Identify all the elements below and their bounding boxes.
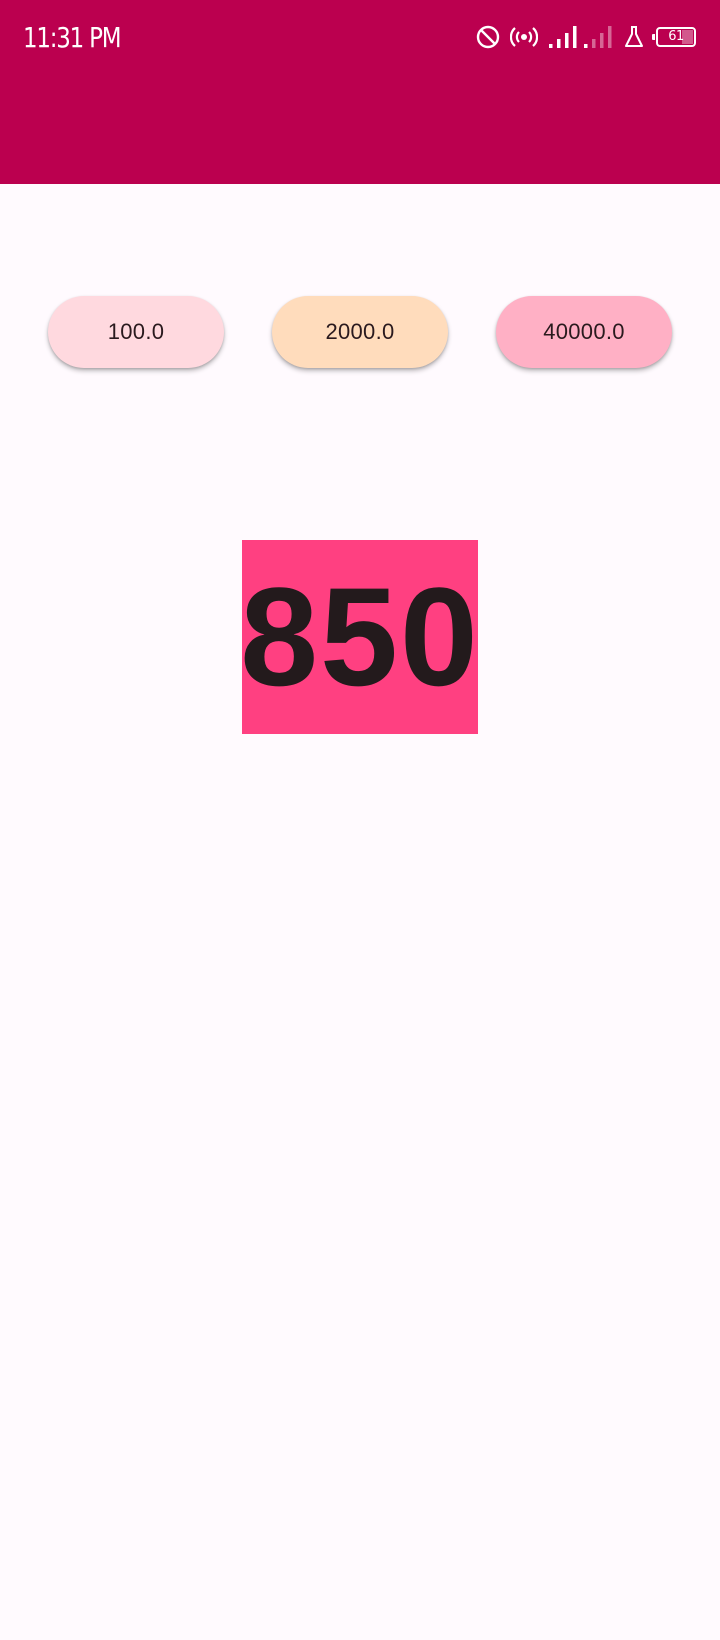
value-button-2000[interactable]: 2000.0 xyxy=(272,296,448,368)
signal-strength-secondary-icon xyxy=(584,26,612,48)
counter-display: 850 xyxy=(242,540,478,734)
lab-flask-icon xyxy=(625,26,643,47)
battery-icon: 61 xyxy=(652,27,696,47)
do-not-disturb-icon xyxy=(476,25,500,49)
signal-strength-icon xyxy=(549,26,577,48)
counter-value: 850 xyxy=(242,558,478,715)
status-icons: 61 xyxy=(466,20,696,54)
status-bar: 11:31 PM 61 xyxy=(0,0,720,184)
value-button-100[interactable]: 100.0 xyxy=(48,296,224,368)
battery-level: 61 xyxy=(668,29,684,44)
hotspot-icon xyxy=(510,27,538,47)
value-button-40000[interactable]: 40000.0 xyxy=(496,296,672,368)
status-clock: 11:31 PM xyxy=(23,21,122,54)
